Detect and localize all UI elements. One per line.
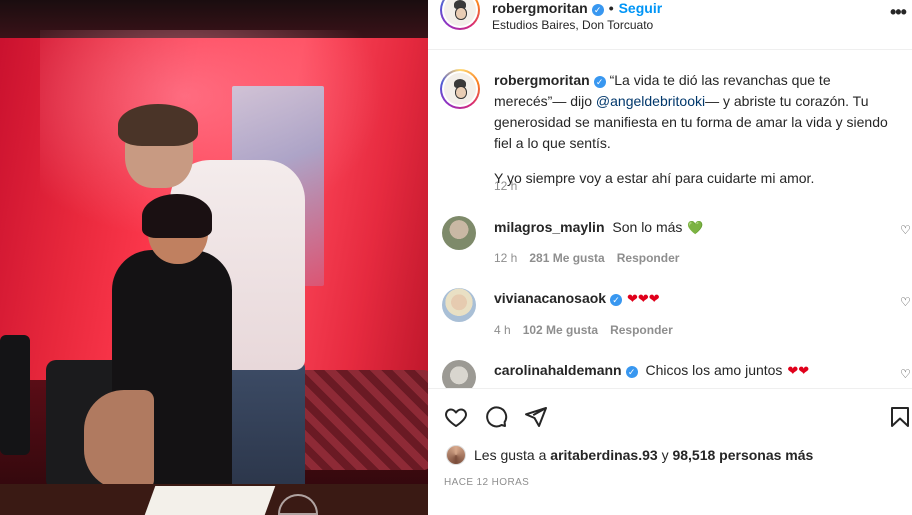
comment-meta: 4 h 102 Me gusta Responder: [494, 323, 673, 337]
red-hearts-emoji: ❤❤: [787, 363, 810, 378]
comment-username[interactable]: vivianacanosaok: [494, 290, 606, 306]
dot-separator: •: [608, 0, 614, 16]
avatar-image: [444, 73, 476, 105]
caption-second-paragraph: Y yo siempre voy a estar ahí para cuidar…: [494, 170, 815, 186]
comment-like-icon[interactable]: ♡: [900, 367, 911, 381]
more-icon[interactable]: •••: [890, 2, 907, 23]
reply-button[interactable]: Responder: [610, 323, 673, 337]
share-icon[interactable]: [524, 405, 548, 429]
author-avatar[interactable]: [440, 0, 480, 30]
save-icon[interactable]: [888, 405, 912, 429]
avatar-image: [444, 0, 476, 26]
likes-middle: y: [661, 447, 669, 463]
like-icon[interactable]: [444, 405, 468, 429]
comment-icon[interactable]: [484, 405, 508, 429]
caption-avatar[interactable]: [440, 69, 480, 109]
likes-count[interactable]: 98,518 personas más: [672, 447, 813, 463]
photo-chair-left: [0, 335, 30, 455]
liker-avatar[interactable]: [446, 445, 466, 465]
header-author-line: robergmoritan ✓ • Seguir: [492, 0, 662, 16]
caption-author[interactable]: robergmoritan: [494, 72, 590, 88]
comment-like-icon[interactable]: ♡: [900, 223, 911, 237]
verified-icon: ✓: [593, 76, 606, 88]
comments-list[interactable]: robergmoritan ✓ “La vida te dió las revan…: [428, 51, 912, 388]
post-timestamp[interactable]: HACE 12 HORAS: [444, 477, 529, 488]
post-actions: Les gusta a aritaberdinas.93 y 98,518 pe…: [428, 388, 912, 515]
comment-item: milagros_maylin Son lo más 💚: [494, 219, 704, 236]
follow-button[interactable]: Seguir: [619, 0, 663, 16]
comment-like-icon[interactable]: ♡: [900, 295, 911, 309]
caption: robergmoritan ✓ “La vida te dió las revan…: [494, 70, 904, 189]
reply-button[interactable]: Responder: [617, 251, 680, 265]
header-author-name[interactable]: robergmoritan: [492, 0, 588, 16]
comment-meta: 12 h 281 Me gusta Responder: [494, 251, 679, 265]
verified-icon: ✓: [610, 294, 623, 306]
photo-woman-leg: [84, 390, 154, 490]
comment-avatar[interactable]: [442, 288, 476, 322]
verified-icon: ✓: [591, 4, 604, 16]
post-location[interactable]: Estudios Baires, Don Torcuato: [492, 18, 653, 32]
photo-cushion: [300, 370, 428, 470]
likes-prefix: Les gusta a: [474, 447, 547, 463]
photo-man-hair: [118, 104, 198, 146]
comment-likes[interactable]: 102 Me gusta: [523, 323, 598, 337]
comment-likes[interactable]: 281 Me gusta: [529, 251, 604, 265]
likes-summary: Les gusta a aritaberdinas.93 y 98,518 pe…: [446, 445, 813, 465]
green-heart-emoji: 💚: [687, 220, 704, 235]
comment-time[interactable]: 12 h: [494, 251, 517, 265]
caption-time[interactable]: 12 h: [494, 179, 517, 193]
red-hearts-emoji: ❤❤❤: [626, 291, 660, 306]
verified-icon: ✓: [625, 366, 638, 378]
post-panel: robergmoritan ✓ • Seguir Estudios Baires, D…: [428, 0, 912, 515]
comment-avatar[interactable]: [442, 360, 476, 388]
liker-username[interactable]: aritaberdinas.93: [550, 447, 657, 463]
comment-text: Son lo más: [612, 219, 683, 235]
comment-item: vivianacanosaok ✓ ❤❤❤: [494, 290, 660, 307]
comment-text: Chicos los amo juntos: [645, 362, 783, 378]
post-photo[interactable]: [0, 0, 428, 515]
comment-time[interactable]: 4 h: [494, 323, 511, 337]
caption-mention-link[interactable]: @angeldebritooki: [596, 93, 705, 109]
comment-username[interactable]: carolinahaldemann: [494, 362, 622, 378]
comment-item: carolinahaldemann ✓ Chicos los amo juntos…: [494, 362, 809, 379]
photo-woman-hair: [142, 194, 212, 238]
comment-username[interactable]: milagros_maylin: [494, 219, 605, 235]
comment-avatar[interactable]: [442, 216, 476, 250]
photo-paper: [144, 486, 276, 515]
post-header: robergmoritan ✓ • Seguir Estudios Baires, D…: [428, 0, 912, 50]
